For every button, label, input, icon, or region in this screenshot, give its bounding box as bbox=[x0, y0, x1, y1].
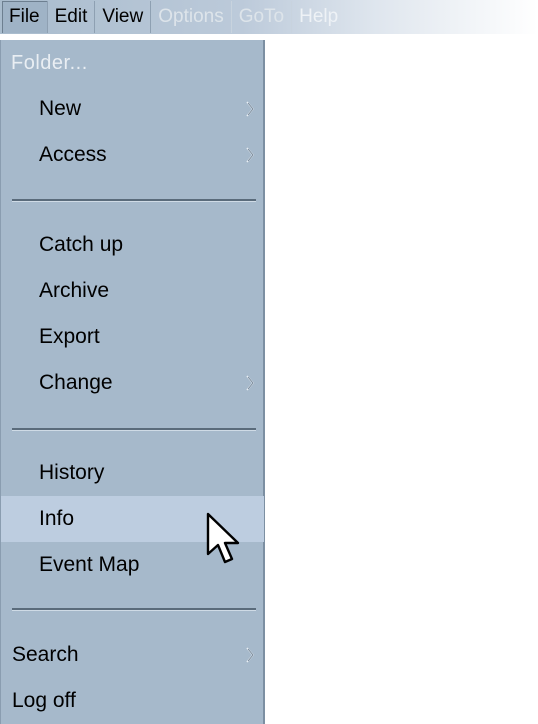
folder-section-header: Folder... bbox=[11, 52, 88, 74]
menu-item-archive[interactable]: Archive bbox=[1, 268, 264, 314]
chevron-right-icon bbox=[246, 101, 255, 117]
mouse-pointer-icon bbox=[206, 512, 240, 564]
menu-separator bbox=[12, 608, 256, 611]
menu-item-search[interactable]: Search bbox=[1, 632, 264, 678]
menu-item-new[interactable]: New bbox=[1, 86, 264, 132]
chevron-right-icon bbox=[246, 147, 255, 163]
menu-item-label: History bbox=[39, 461, 105, 484]
menu-item-label: Info bbox=[39, 507, 75, 530]
menu-file[interactable]: File bbox=[2, 1, 48, 33]
menu-bar: File Edit View Options GoTo Help bbox=[0, 0, 538, 34]
menu-item-label: Log off bbox=[12, 689, 76, 712]
menu-item-history[interactable]: History bbox=[1, 450, 264, 496]
menu-item-label: Change bbox=[39, 371, 113, 394]
menu-view[interactable]: View bbox=[95, 1, 152, 33]
menu-help[interactable]: Help bbox=[292, 1, 345, 33]
chevron-right-icon bbox=[246, 647, 255, 663]
menu-item-label: Search bbox=[12, 643, 79, 666]
menu-item-log-off[interactable]: Log off bbox=[1, 678, 264, 724]
menu-item-change[interactable]: Change bbox=[1, 360, 264, 406]
menu-item-label: Export bbox=[39, 325, 100, 348]
menu-options[interactable]: Options bbox=[151, 1, 232, 33]
menu-separator bbox=[12, 428, 256, 431]
chevron-right-icon bbox=[246, 375, 255, 391]
menu-edit[interactable]: Edit bbox=[48, 1, 96, 33]
menu-item-catch-up[interactable]: Catch up bbox=[1, 222, 264, 268]
menu-item-label: Event Map bbox=[39, 553, 140, 576]
menu-item-label: Catch up bbox=[39, 233, 124, 256]
menu-separator bbox=[12, 199, 256, 202]
menu-item-label: Archive bbox=[39, 279, 110, 302]
file-dropdown-menu: Folder... New Access Catch up Archive Ex… bbox=[0, 40, 265, 724]
menu-item-label: New bbox=[39, 97, 82, 120]
menu-item-export[interactable]: Export bbox=[1, 314, 264, 360]
menu-item-label: Access bbox=[39, 143, 107, 166]
menu-goto[interactable]: GoTo bbox=[232, 1, 293, 33]
menu-item-access[interactable]: Access bbox=[1, 132, 264, 178]
